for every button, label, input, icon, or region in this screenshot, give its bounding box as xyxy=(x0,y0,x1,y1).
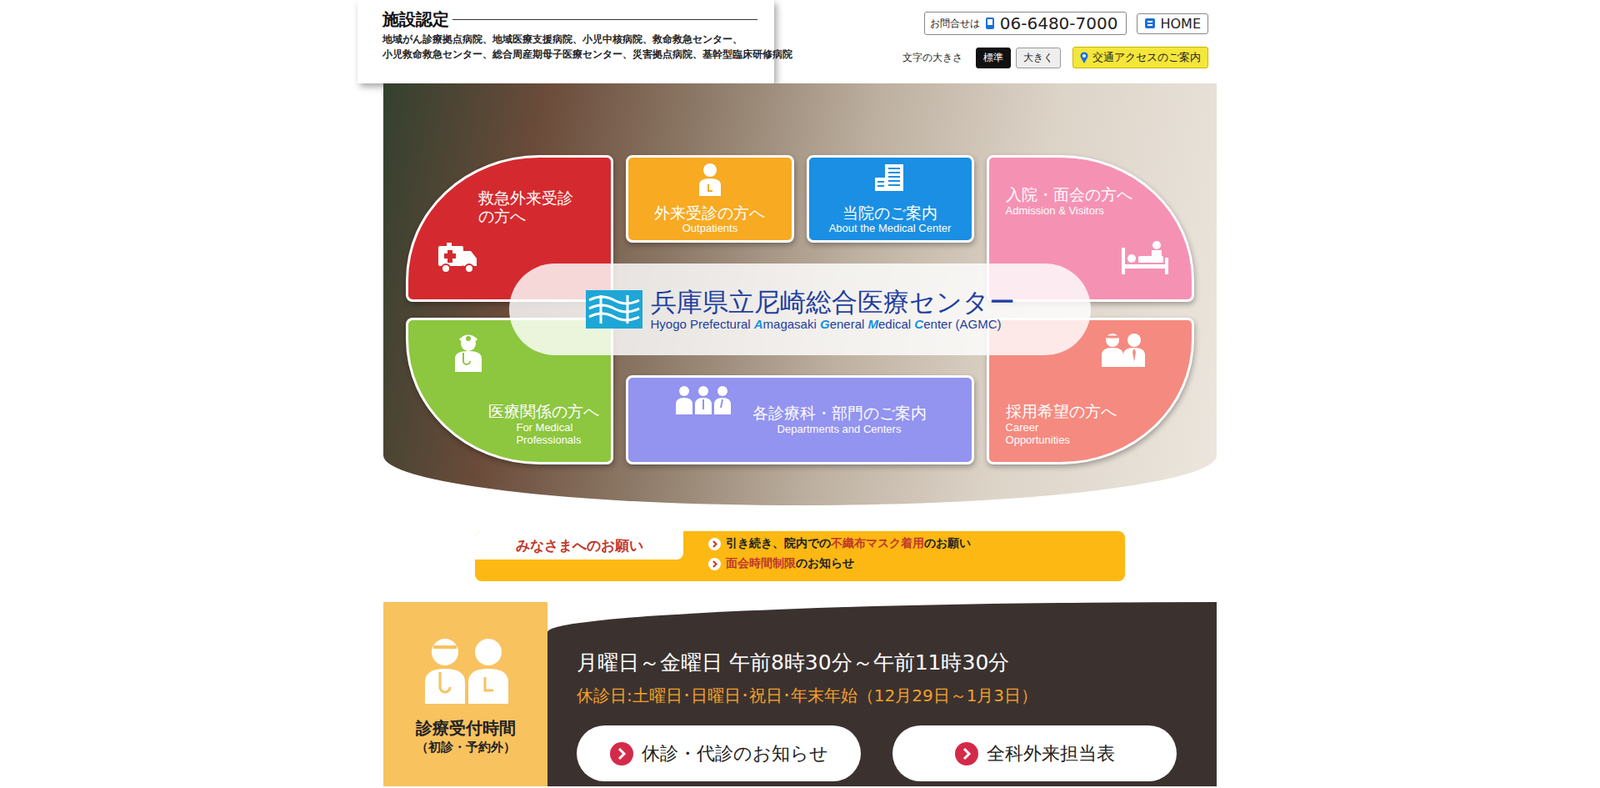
patient-icon xyxy=(697,162,723,196)
notice-bar: みなさまへのお願い 引き続き、院内での不織布マスク着用のお願い 面会時間制限のお… xyxy=(475,530,1125,581)
doctor-patient-icon xyxy=(420,633,512,704)
menu-tile[interactable]: 当院のご案内 About the Medical Center xyxy=(806,155,975,243)
tile-sublabel: Career xyxy=(1005,420,1180,435)
arrow-icon xyxy=(610,741,634,765)
tile-sublabel: About the Medical Center xyxy=(829,221,952,235)
contact-box[interactable]: お問合せは 06-6480-7000 xyxy=(924,11,1128,35)
tile-label: の方へ xyxy=(478,207,600,226)
staff-icon xyxy=(1100,331,1147,367)
tile-sublabel: Departments and Centers xyxy=(777,422,902,436)
reception-subtitle: （初診・予約外） xyxy=(415,739,516,755)
logo-english: Hyogo Prefectural Amagasaki General Medi… xyxy=(650,316,1015,331)
tile-sublabel: Professionals xyxy=(515,433,600,447)
pin-icon xyxy=(1080,51,1089,64)
home-button[interactable]: HOME xyxy=(1136,13,1209,35)
tile-sublabel: For Medical xyxy=(515,420,600,435)
tile-label: 医療関係の方へ xyxy=(488,402,600,421)
certification-title: 施設認定 xyxy=(382,8,450,31)
access-button[interactable]: 交通アクセスのご案内 xyxy=(1072,46,1209,69)
tile-sublabel: Opportunities xyxy=(1005,433,1180,447)
main-menu: 救急外来受診の方へ 医療関係の方へ For MedicalProfessiona… xyxy=(405,155,1195,465)
notice-link[interactable]: 引き続き、院内での不織布マスク着用のお願い xyxy=(708,535,971,551)
reception-info: 月曜日～金曜日 午前8時30分～午前11時30分 休診日:土曜日･日曜日･祝日･… xyxy=(547,601,1217,786)
phone-number: 06-6480-7000 xyxy=(1000,13,1119,34)
certification-box: 施設認定 地域がん診療拠点病院、地域医療支援病院、小児中核病院、救命救急センター… xyxy=(357,0,775,84)
phone-icon xyxy=(985,16,995,30)
hero: 救急外来受診の方へ 医療関係の方へ For MedicalProfessiona… xyxy=(383,83,1217,505)
arrow-icon xyxy=(708,557,721,570)
home-icon xyxy=(1144,17,1156,30)
tile-label: 入院・面会の方へ xyxy=(1005,185,1180,205)
header-tools: お問合せは 06-6480-7000 HOME 文字の大きさ 標準大きく 交通ア… xyxy=(902,0,1217,84)
menu-tile[interactable]: 各診療科・部門のご案内 Departments and Centers xyxy=(625,375,974,465)
doctor-icon xyxy=(453,331,484,372)
reception-title: 診療受付時間 xyxy=(415,716,516,740)
staff-group-icon xyxy=(674,384,733,415)
notice-link[interactable]: 面会時間制限のお知らせ xyxy=(708,555,971,571)
font-size-label: 文字の大きさ xyxy=(902,50,963,65)
hospital-logo-icon xyxy=(585,290,643,329)
reception-hours: 診療受付時間 （初診・予約外） 月曜日～金曜日 午前8時30分～午前11時30分… xyxy=(383,601,1217,786)
ambulance-icon xyxy=(436,240,479,275)
tile-label: 外来受診の方へ xyxy=(654,204,765,223)
tile-sublabel: Outpatients xyxy=(682,221,739,235)
tile-label: 採用希望の方へ xyxy=(1005,402,1180,421)
reception-button[interactable]: 休診・代診のお知らせ xyxy=(576,725,861,781)
tile-label: 各診療科・部門のご案内 xyxy=(752,404,927,423)
tile-label: 当院のご案内 xyxy=(842,204,938,223)
page: 施設認定 地域がん診療拠点病院、地域医療支援病院、小児中核病院、救命救急センター… xyxy=(383,0,1217,786)
header: 施設認定 地域がん診療拠点病院、地域医療支援病院、小児中核病院、救命救急センター… xyxy=(383,0,1217,84)
logo-name: 兵庫県立尼崎総合医療センター xyxy=(650,287,1015,318)
reception-button[interactable]: 全科外来担当表 xyxy=(892,725,1177,781)
menu-tile[interactable]: 外来受診の方へ Outpatients xyxy=(625,155,794,243)
font-size-button[interactable]: 大きく xyxy=(1015,47,1061,69)
certification-text: 小児救命救急センター、総合周産期母子医療センター、災害拠点病院、基幹型臨床研修病… xyxy=(382,47,758,61)
tile-sublabel: Admission & Visitors xyxy=(1005,204,1180,218)
building-icon xyxy=(871,162,909,193)
logo[interactable]: 兵庫県立尼崎総合医療センター Hyogo Prefectural Amagasa… xyxy=(509,263,1090,355)
notice-label: みなさまへのお願い xyxy=(475,530,684,560)
reception-hours-text: 月曜日～金曜日 午前8時30分～午前11時30分 xyxy=(576,648,1200,676)
bed-icon xyxy=(1120,239,1170,276)
certification-text: 地域がん診療拠点病院、地域医療支援病院、小児中核病院、救命救急センター、 xyxy=(382,32,758,46)
font-size-button[interactable]: 標準 xyxy=(975,47,1011,69)
arrow-icon xyxy=(708,537,721,550)
tile-label: 救急外来受診 xyxy=(478,189,600,208)
reception-label-panel: 診療受付時間 （初診・予約外） xyxy=(383,601,548,786)
arrow-icon xyxy=(955,741,979,765)
closed-days: 休診日:土曜日･日曜日･祝日･年末年始（12月29日～1月3日） xyxy=(576,684,1200,707)
